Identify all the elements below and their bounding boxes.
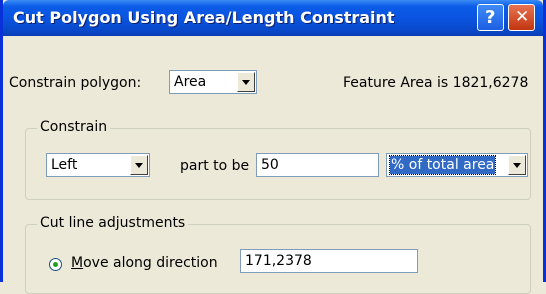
move-mnemonic: M <box>71 255 84 271</box>
close-icon: ✕ <box>515 7 530 27</box>
dialog-window: Cut Polygon Using Area/Length Constraint… <box>0 0 546 294</box>
move-along-direction-radio[interactable] <box>49 258 62 271</box>
constrain-polygon-label: Constrain polygon: <box>9 75 142 91</box>
part-to-be-label: part to be <box>180 158 250 174</box>
adjustments-group-title: Cut line adjustments <box>37 215 189 231</box>
radio-checked-dot <box>53 262 58 267</box>
close-button[interactable]: ✕ <box>508 4 535 31</box>
constrain-polygon-value: Area <box>174 74 207 90</box>
window-title: Cut Polygon Using Area/Length Constraint <box>13 8 395 27</box>
feature-area-text: Feature Area is 1821,6278 <box>343 75 529 91</box>
move-along-direction-label[interactable]: Move along direction <box>71 255 218 271</box>
side-select[interactable]: Left <box>46 153 150 177</box>
chevron-down-icon <box>135 163 143 168</box>
dropdown-arrow-button[interactable] <box>130 155 148 175</box>
part-value: 50 <box>261 157 279 173</box>
move-value-input[interactable]: 171,2378 <box>240 249 418 273</box>
chevron-down-icon <box>242 80 250 85</box>
part-value-input[interactable]: 50 <box>256 153 379 177</box>
move-label-rest: ove along direction <box>83 255 218 271</box>
title-bar[interactable]: Cut Polygon Using Area/Length Constraint… <box>3 0 543 36</box>
help-icon: ? <box>485 7 496 28</box>
unit-value: % of total area <box>388 155 497 175</box>
move-value: 171,2378 <box>245 253 312 269</box>
help-button[interactable]: ? <box>477 4 504 31</box>
constrain-group-title: Constrain <box>37 119 111 135</box>
chevron-down-icon <box>513 163 521 168</box>
unit-select[interactable]: % of total area <box>386 153 528 177</box>
side-value: Left <box>51 157 78 173</box>
constrain-polygon-select[interactable]: Area <box>169 70 257 94</box>
dropdown-arrow-button[interactable] <box>237 72 255 92</box>
dropdown-arrow-button[interactable] <box>508 155 526 175</box>
